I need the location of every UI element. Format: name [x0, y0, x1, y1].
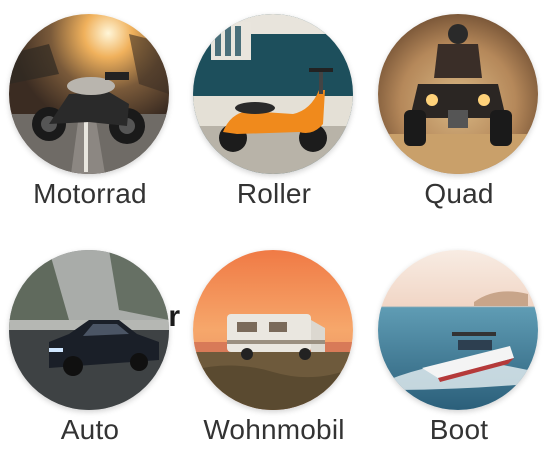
- vehicle-tile-roller[interactable]: Roller: [193, 14, 355, 214]
- motorcycle-photo: [9, 14, 169, 174]
- vehicle-label-boot: Boot: [429, 414, 489, 445]
- camper-photo: [193, 250, 353, 410]
- vehicle-tile-quad[interactable]: Quad: [378, 14, 540, 214]
- vehicle-tile-boot[interactable]: Boot: [378, 250, 540, 450]
- boat-photo: [378, 250, 538, 410]
- vehicle-tile-motorrad[interactable]: Motorrad: [9, 14, 171, 214]
- quad-photo: [378, 14, 538, 174]
- vehicle-tile-auto[interactable]: Auto: [9, 250, 171, 450]
- car-photo: [9, 250, 169, 410]
- vehicle-label-quad: Quad: [424, 178, 494, 209]
- vehicle-tile-wohnmobil[interactable]: Wohnmobil: [193, 250, 355, 450]
- scooter-photo: [193, 14, 353, 174]
